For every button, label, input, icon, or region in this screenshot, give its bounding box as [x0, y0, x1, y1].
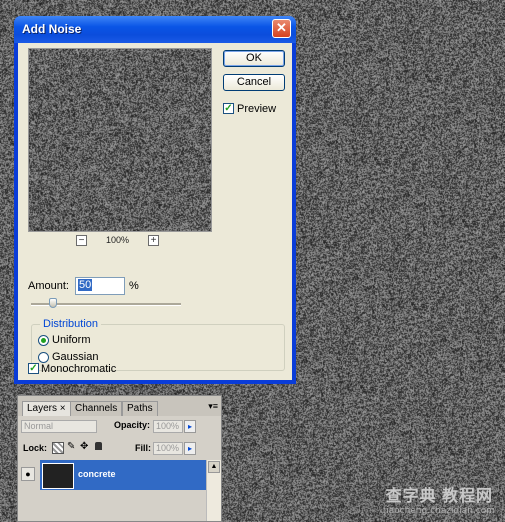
tab-layers[interactable]: Layers × [22, 401, 71, 416]
amount-slider-thumb[interactable] [49, 298, 57, 308]
add-noise-dialog: Add Noise ✕ − 100% + OK Cancel ✓ Preview… [14, 16, 296, 384]
opacity-label: Opacity: [114, 420, 151, 430]
blend-row: Normal Opacity: 100% ▸ [18, 417, 221, 437]
layer-row[interactable]: ● concrete [18, 460, 207, 490]
scroll-up-arrow[interactable]: ▲ [208, 461, 220, 473]
lock-row: Lock: ✎ ✥ Fill: 100% ▸ [18, 439, 221, 459]
amount-input[interactable]: 50 [75, 277, 125, 295]
gaussian-radio[interactable] [38, 352, 49, 363]
blend-mode-select[interactable]: Normal [21, 420, 97, 433]
zoom-level: 100% [106, 235, 130, 245]
watermark: 查字典 教程网 jiaocheng.chazidian.com [384, 482, 495, 516]
fill-field[interactable]: 100% [153, 442, 183, 455]
amount-unit: % [129, 280, 139, 292]
noise-preview[interactable] [28, 48, 212, 232]
lock-label: Lock: [23, 443, 48, 453]
uniform-label: Uniform [52, 334, 91, 346]
gaussian-label: Gaussian [52, 351, 99, 363]
visibility-eye-icon[interactable]: ● [21, 467, 35, 481]
opacity-arrow-button[interactable]: ▸ [184, 420, 196, 433]
lock-brush-icon[interactable]: ✎ [67, 441, 75, 452]
watermark-url: jiaocheng.chazidian.com [383, 506, 495, 516]
zoom-in-button[interactable]: + [148, 235, 159, 246]
radio-selected-dot [41, 338, 46, 343]
fill-arrow-button[interactable]: ▸ [184, 442, 196, 455]
amount-value: 50 [78, 279, 93, 291]
tab-close-icon[interactable]: × [60, 403, 66, 414]
tab-paths[interactable]: Paths [122, 401, 158, 416]
preview-noise-canvas [29, 49, 211, 231]
tab-layers-label: Layers [27, 403, 58, 414]
opacity-field[interactable]: 100% [153, 420, 183, 433]
zoom-controls: − 100% + [76, 235, 166, 249]
fill-label: Fill: [135, 443, 151, 453]
amount-label: Amount: [28, 280, 69, 292]
zoom-out-button[interactable]: − [76, 235, 87, 246]
panel-tabs: Layers × Channels Paths ▾≡ [18, 396, 221, 416]
close-button[interactable]: ✕ [272, 19, 291, 38]
layer-name: concrete [78, 469, 116, 479]
cancel-button[interactable]: Cancel [223, 74, 285, 91]
watermark-main: 查字典 教程网 [385, 488, 494, 505]
dialog-title: Add Noise [22, 22, 82, 36]
uniform-radio[interactable] [38, 335, 49, 346]
layer-thumbnail [42, 463, 74, 489]
preview-checkbox[interactable]: ✓ [223, 103, 234, 114]
layers-scrollbar[interactable]: ▲ [206, 460, 221, 521]
preview-label: Preview [237, 103, 277, 115]
dialog-body: − 100% + OK Cancel ✓ Preview Amount: 50 … [18, 43, 292, 380]
ok-button[interactable]: OK [223, 50, 285, 67]
monochromatic-label: Monochromatic [41, 363, 117, 375]
dialog-title-bar[interactable]: Add Noise ✕ [14, 16, 296, 43]
tab-channels[interactable]: Channels [70, 401, 123, 416]
layers-panel: Layers × Channels Paths ▾≡ Normal Opacit… [17, 395, 222, 522]
lock-transparent-icon[interactable] [52, 442, 64, 454]
panel-menu-icon[interactable]: ▾≡ [208, 401, 218, 412]
monochromatic-checkbox[interactable]: ✓ [28, 363, 39, 374]
distribution-title: Distribution [40, 318, 102, 330]
lock-move-icon[interactable]: ✥ [80, 441, 88, 452]
lock-all-icon[interactable] [95, 442, 102, 450]
